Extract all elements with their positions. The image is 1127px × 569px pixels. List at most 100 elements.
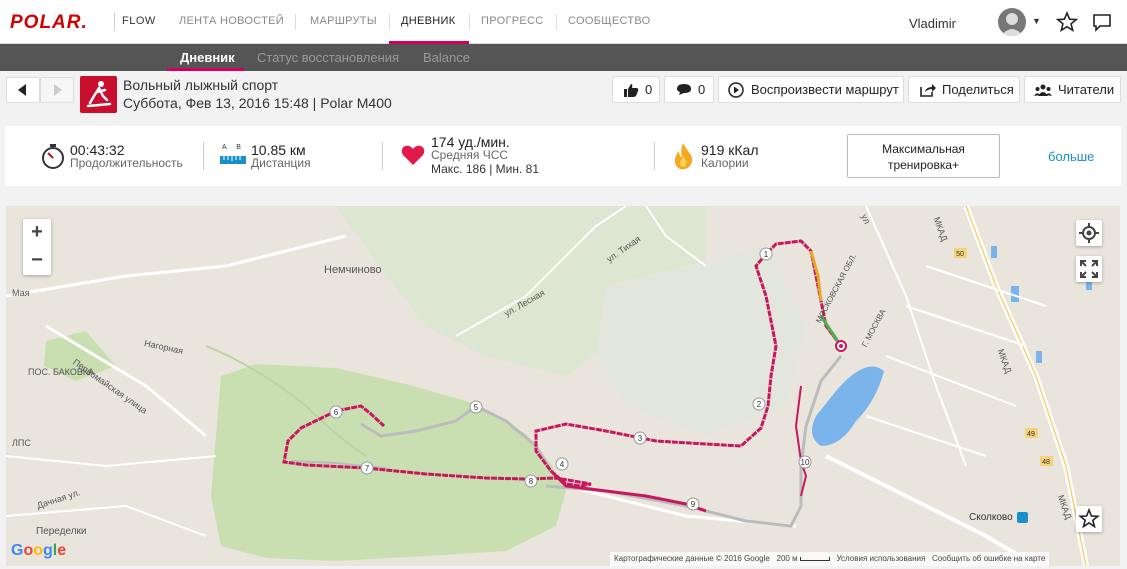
- max-training-label-line1: Максимальная: [882, 142, 965, 156]
- like-count: 0: [645, 82, 653, 97]
- comment-button[interactable]: 0: [664, 76, 714, 103]
- session-title: Вольный лыжный спорт: [123, 77, 279, 93]
- map-data-credit: Картографические данные © 2016 Google: [614, 554, 770, 563]
- flame-icon: [674, 143, 693, 170]
- stopwatch-icon: [42, 144, 64, 169]
- map-label-maya: Мая: [12, 288, 30, 298]
- nav-routes[interactable]: МАРШРУТЫ: [310, 15, 377, 27]
- flow-label: FLOW: [122, 15, 156, 27]
- crosshair-icon: [1079, 223, 1099, 243]
- heart-rate-label: Средняя ЧСС: [431, 148, 509, 162]
- logo-divider: [114, 13, 115, 31]
- cross-country-skiing-icon: [80, 76, 117, 113]
- ruler-icon: [220, 156, 246, 164]
- star-icon[interactable]: [1055, 10, 1079, 33]
- map-canvas: 1 2 3 4 5 6 7 8 9 10 50 49 48: [6, 206, 1120, 566]
- nav-diary[interactable]: ДНЕВНИК: [401, 15, 455, 27]
- km-marker-label: 7: [365, 464, 370, 473]
- favorite-button[interactable]: [1076, 506, 1102, 532]
- map-report-link[interactable]: Сообщить об ошибке на карте: [932, 554, 1045, 563]
- play-icon: [728, 81, 744, 98]
- map-terms-link[interactable]: Условия использования: [837, 554, 926, 563]
- km-marker-label: 3: [638, 434, 643, 443]
- subnav-balance[interactable]: Balance: [423, 50, 470, 65]
- polar-logo[interactable]: POLAR.: [10, 12, 88, 34]
- heart-rate-range: Макс. 186 | Мин. 81: [431, 162, 540, 176]
- nav-divider: [469, 14, 470, 30]
- map-attribution: Картографические данные © 2016 Google 20…: [610, 552, 1050, 566]
- start-marker-dot: [839, 344, 843, 348]
- subnav-recovery-status[interactable]: Статус восстановления: [257, 50, 399, 65]
- stat-divider: [382, 142, 383, 170]
- km-marker-label: 1: [764, 250, 769, 259]
- nav-news-feed[interactable]: ЛЕНТА НОВОСТЕЙ: [179, 15, 284, 27]
- share-button[interactable]: Поделиться: [908, 76, 1020, 103]
- heart-icon: [401, 145, 425, 165]
- route-map[interactable]: 1 2 3 4 5 6 7 8 9 10 50 49 48 Немчиново …: [6, 206, 1120, 566]
- map-label-nemchinovo: Немчиново: [324, 264, 382, 276]
- play-route-label: Воспроизвести маршрут: [751, 82, 899, 97]
- pond: [991, 246, 997, 258]
- comment-count: 0: [698, 82, 706, 97]
- nav-divider: [295, 14, 296, 30]
- google-logo: Google: [11, 542, 67, 559]
- comment-icon: [677, 84, 691, 95]
- nav-community[interactable]: СООБЩЕСТВО: [568, 15, 651, 27]
- km-marker-label: 5: [474, 403, 479, 412]
- road-shield-label: 48: [1042, 459, 1050, 466]
- session-subtitle: Суббота, Фев 13, 2016 15:48 | Polar M400: [123, 95, 392, 111]
- nav-divider: [389, 14, 390, 30]
- username[interactable]: Vladimir: [909, 16, 956, 31]
- arrow-left-icon: [18, 84, 26, 96]
- previous-session-button[interactable]: [6, 77, 40, 103]
- thumbs-up-icon: [624, 83, 639, 97]
- stat-divider: [654, 142, 655, 170]
- max-training-button[interactable]: Максимальная тренировка+: [847, 134, 1000, 178]
- pond: [1036, 351, 1042, 363]
- km-marker-label: 9: [691, 500, 696, 509]
- followers-label: Читатели: [1058, 82, 1115, 97]
- share-icon: [920, 83, 936, 97]
- km-marker-label: 6: [334, 408, 339, 417]
- expand-icon: [1080, 260, 1098, 278]
- locate-button[interactable]: [1076, 220, 1102, 246]
- map-scale-bar: [799, 556, 830, 561]
- avatar[interactable]: [998, 8, 1026, 36]
- map-scale-label: 200 м: [776, 554, 798, 563]
- next-session-button[interactable]: [40, 77, 74, 103]
- people-icon: [1034, 84, 1052, 96]
- km-marker-label: 4: [560, 460, 565, 469]
- duration-label: Продолжительность: [70, 156, 183, 170]
- nav-progress[interactable]: ПРОГРЕСС: [481, 15, 543, 27]
- message-icon[interactable]: [1091, 11, 1113, 33]
- play-route-button[interactable]: Воспроизвести маршрут: [718, 76, 904, 103]
- zoom-control: + −: [23, 219, 51, 275]
- km-marker-label: 2: [757, 400, 762, 409]
- road-shield-label: 50: [956, 251, 964, 258]
- calories-label: Калории: [701, 156, 749, 170]
- fullscreen-button[interactable]: [1076, 256, 1102, 282]
- stat-divider: [203, 142, 204, 170]
- followers-button[interactable]: Читатели: [1024, 76, 1121, 103]
- sub-navigation: Дневник Статус восстановления Balance: [0, 44, 1127, 71]
- zoom-in-button[interactable]: +: [23, 219, 51, 247]
- star-icon: [1078, 507, 1100, 529]
- map-label-skolkovo: Сколково: [969, 512, 1013, 523]
- top-navigation: POLAR. FLOW ЛЕНТА НОВОСТЕЙ МАРШРУТЫ ДНЕВ…: [0, 0, 1127, 44]
- distance-ab-label: A B: [222, 144, 245, 151]
- like-button[interactable]: 0: [612, 76, 660, 103]
- max-training-label-line2: тренировка+: [887, 158, 960, 172]
- chevron-down-icon[interactable]: ▼: [1032, 16, 1041, 26]
- map-label-peredelki: Переделки: [36, 526, 87, 537]
- subnav-diary[interactable]: Дневник: [180, 50, 235, 65]
- map-label-lps: ЛПС: [12, 438, 31, 448]
- zoom-out-button[interactable]: −: [23, 247, 51, 275]
- nav-divider: [556, 14, 557, 30]
- subnav-active-indicator: [167, 68, 244, 71]
- km-marker-label: 10: [801, 458, 810, 467]
- km-marker-label: 8: [529, 477, 534, 486]
- distance-label: Дистанция: [251, 156, 311, 170]
- train-station-icon: [1017, 512, 1028, 523]
- road-shield-label: 49: [1027, 431, 1035, 438]
- more-link[interactable]: больше: [1048, 149, 1094, 164]
